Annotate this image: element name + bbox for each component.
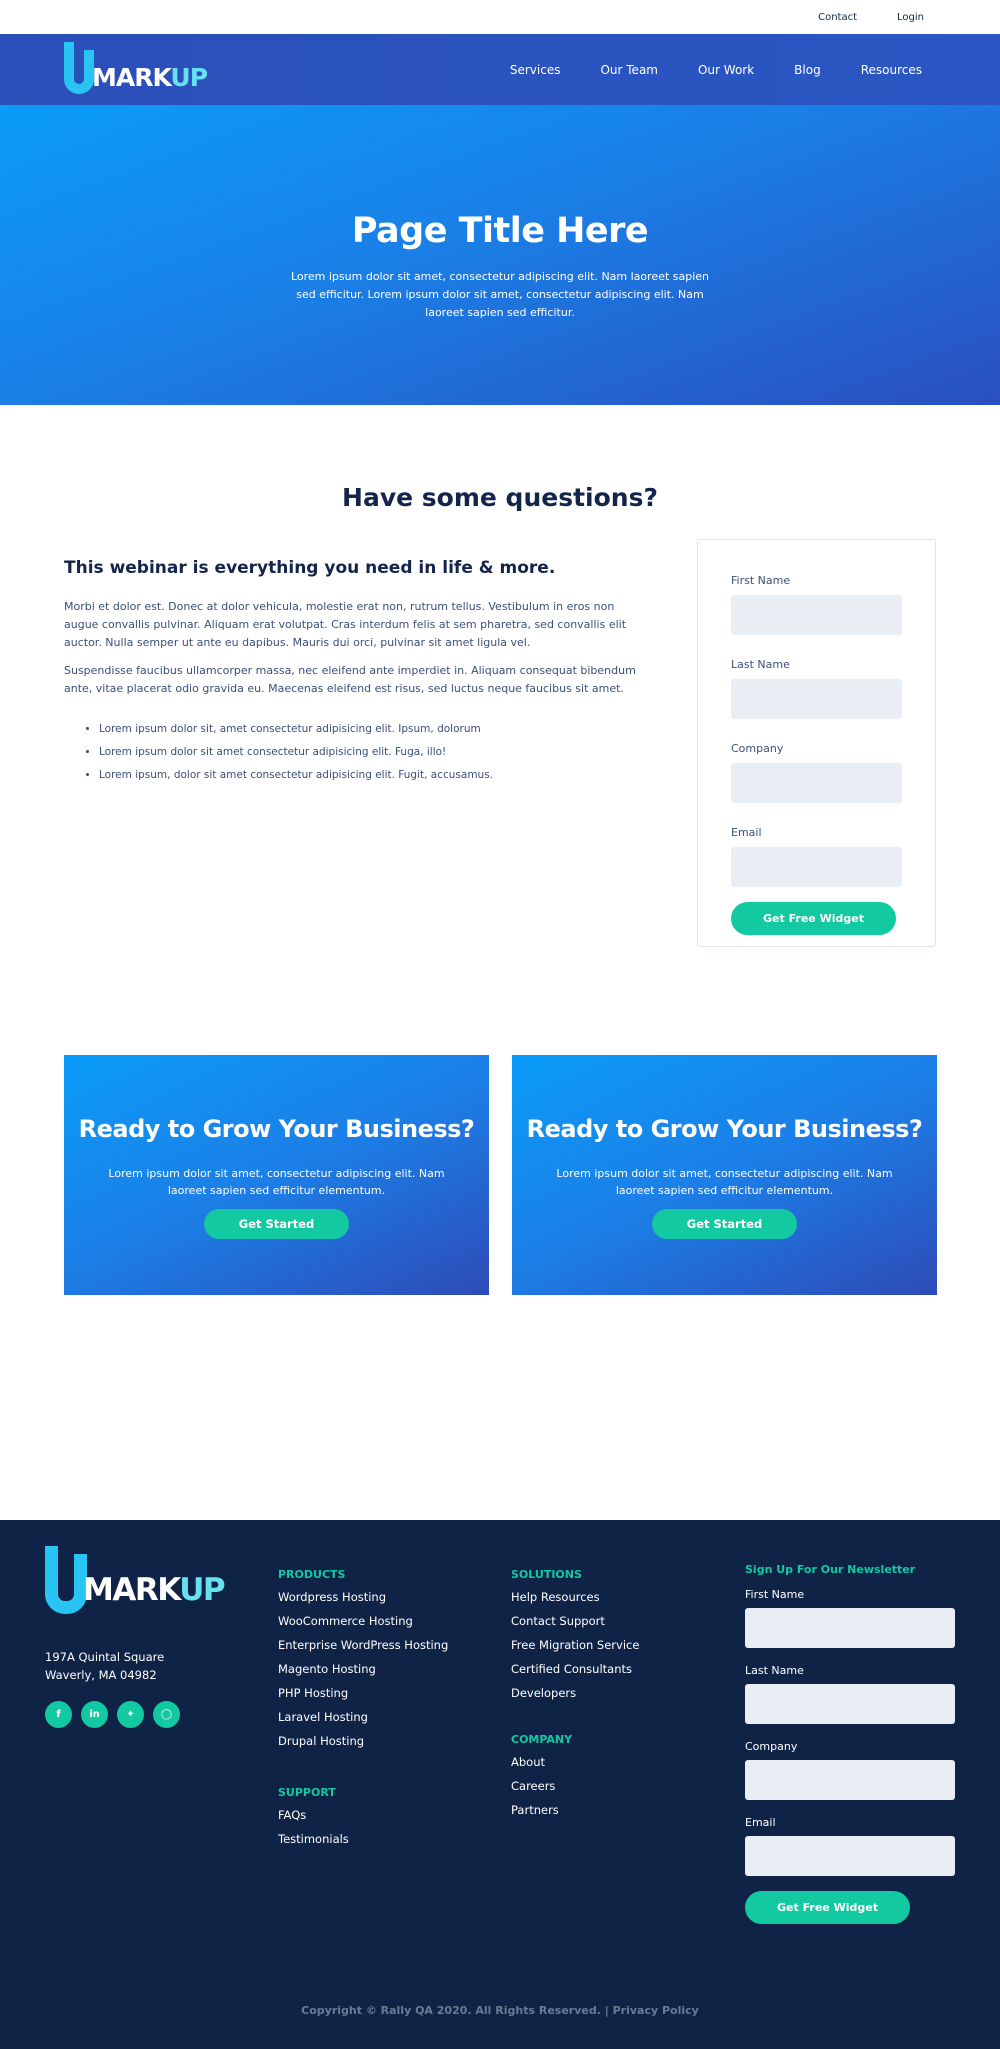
nav-item-blog[interactable]: Blog xyxy=(794,63,821,77)
cta-card: Ready to Grow Your Business? Lorem ipsum… xyxy=(64,1055,489,1295)
webinar-paragraph-2: Suspendisse faucibus ullamcorper massa, … xyxy=(64,664,636,695)
footer-link[interactable]: Drupal Hosting xyxy=(278,1734,448,1748)
footer-link[interactable]: Partners xyxy=(511,1803,572,1817)
footer-solutions: SOLUTIONS Help Resources Contact Support… xyxy=(511,1568,639,1710)
footer-link[interactable]: Wordpress Hosting xyxy=(278,1590,448,1604)
list-item: Lorem ipsum dolor sit amet consectetur a… xyxy=(99,741,644,764)
footer-link[interactable]: Contact Support xyxy=(511,1614,639,1628)
first-name-label: First Name xyxy=(745,1588,805,1601)
company-field[interactable] xyxy=(731,763,902,803)
privacy-policy-link[interactable]: Privacy Policy xyxy=(613,2004,699,2017)
footer-link[interactable]: Testimonials xyxy=(278,1832,349,1846)
list-item: Lorem ipsum dolor sit, amet consectetur … xyxy=(99,718,644,741)
footer-address: 197A Quintal Square Waverly, MA 04982 xyxy=(45,1650,165,1682)
footer-link[interactable]: Magento Hosting xyxy=(278,1662,448,1676)
brand-logo[interactable]: MARKUP xyxy=(64,41,208,94)
footer-link[interactable]: Laravel Hosting xyxy=(278,1710,448,1724)
list-item: Lorem ipsum, dolor sit amet consectetur … xyxy=(99,764,644,787)
main-nav: MARKUP Services Our Team Our Work Blog R… xyxy=(0,34,1000,105)
cta-title: Ready to Grow Your Business? xyxy=(526,1115,923,1143)
first-name-field[interactable] xyxy=(745,1608,955,1648)
contact-link[interactable]: Contact xyxy=(818,12,857,23)
nav-item-our-work[interactable]: Our Work xyxy=(698,63,754,77)
instagram-icon[interactable]: ◯ xyxy=(153,1701,180,1728)
hero-text: Lorem ipsum dolor sit amet, consectetur … xyxy=(290,270,710,319)
copyright: Copyright © Rally QA 2020. All Rights Re… xyxy=(0,2004,1000,2017)
logo-u-icon xyxy=(45,1546,87,1614)
webinar-bullets: Lorem ipsum dolor sit, amet consectetur … xyxy=(64,718,644,787)
first-name-label: First Name xyxy=(731,574,791,587)
cta-text: Lorem ipsum dolor sit amet, consectetur … xyxy=(108,1167,445,1197)
webinar-subheading: This webinar is everything you need in l… xyxy=(64,558,556,578)
last-name-field[interactable] xyxy=(731,679,902,719)
company-label: Company xyxy=(731,742,784,755)
first-name-field[interactable] xyxy=(731,595,902,635)
company-heading: COMPANY xyxy=(511,1733,573,1746)
footer-products: PRODUCTS Wordpress Hosting WooCommerce H… xyxy=(278,1568,448,1758)
webinar-info: This webinar is everything you need in l… xyxy=(64,558,644,787)
newsletter-heading: Sign Up For Our Newsletter xyxy=(745,1563,916,1576)
footer-link[interactable]: Developers xyxy=(511,1686,639,1700)
logo-wordmark: MARKUP xyxy=(83,1572,226,1608)
signup-form: First Name Last Name Company Email Get F… xyxy=(697,539,936,947)
site-footer: MARKUP 197A Quintal Square Waverly, MA 0… xyxy=(0,1520,1000,2049)
page-title: Page Title Here xyxy=(351,211,649,251)
logo-wordmark: MARKUP xyxy=(92,62,208,92)
last-name-label: Last Name xyxy=(731,658,790,671)
cta-section: Ready to Grow Your Business? Lorem ipsum… xyxy=(0,1055,1000,1520)
footer-link[interactable]: Help Resources xyxy=(511,1590,639,1604)
login-link[interactable]: Login xyxy=(897,12,924,23)
copyright-text: Copyright © Rally QA 2020. All Rights Re… xyxy=(301,2004,609,2017)
cta-text: Lorem ipsum dolor sit amet, consectetur … xyxy=(556,1167,893,1197)
logo-u-icon xyxy=(64,41,94,94)
solutions-heading: SOLUTIONS xyxy=(511,1568,582,1581)
nav-item-our-team[interactable]: Our Team xyxy=(600,63,658,77)
footer-support: SUPPORT FAQs Testimonials xyxy=(278,1786,349,1856)
footer-link[interactable]: Free Migration Service xyxy=(511,1638,639,1652)
footer-link[interactable]: WooCommerce Hosting xyxy=(278,1614,448,1628)
questions-heading: Have some questions? xyxy=(342,483,658,512)
email-field[interactable] xyxy=(731,847,902,887)
questions-section: Have some questions? This webinar is eve… xyxy=(0,405,1000,1055)
cta-title: Ready to Grow Your Business? xyxy=(78,1115,475,1143)
footer-link[interactable]: Careers xyxy=(511,1779,572,1793)
last-name-label: Last Name xyxy=(745,1664,804,1677)
footer-logo[interactable]: MARKUP xyxy=(45,1546,226,1614)
company-label: Company xyxy=(745,1740,798,1753)
facebook-icon[interactable]: f xyxy=(45,1701,72,1728)
linkedin-icon[interactable]: in xyxy=(81,1701,108,1728)
get-started-button[interactable]: Get Started xyxy=(204,1209,349,1239)
get-started-button[interactable]: Get Started xyxy=(652,1209,797,1239)
nav-item-services[interactable]: Services xyxy=(510,63,561,77)
email-label: Email xyxy=(731,826,762,839)
email-label: Email xyxy=(745,1816,776,1829)
footer-link[interactable]: PHP Hosting xyxy=(278,1686,448,1700)
company-field[interactable] xyxy=(745,1760,955,1800)
footer-link[interactable]: About xyxy=(511,1755,572,1769)
twitter-icon[interactable]: ✦ xyxy=(117,1701,144,1728)
utility-bar: Contact Login xyxy=(0,0,1000,34)
get-free-widget-button[interactable]: Get Free Widget xyxy=(731,902,896,935)
footer-link[interactable]: FAQs xyxy=(278,1808,349,1822)
footer-link[interactable]: Certified Consultants xyxy=(511,1662,639,1676)
nav-item-resources[interactable]: Resources xyxy=(861,63,922,77)
support-heading: SUPPORT xyxy=(278,1786,336,1799)
get-free-widget-button[interactable]: Get Free Widget xyxy=(745,1891,910,1924)
social-links: f in ✦ ◯ xyxy=(45,1701,180,1728)
footer-company: COMPANY About Careers Partners xyxy=(511,1733,572,1827)
webinar-paragraph-1: Morbi et dolor est. Donec at dolor vehic… xyxy=(64,600,627,649)
newsletter-form: Sign Up For Our Newsletter First Name La… xyxy=(745,1563,955,1924)
footer-link[interactable]: Enterprise WordPress Hosting xyxy=(278,1638,448,1652)
nav-menu: Services Our Team Our Work Blog Resource… xyxy=(510,63,922,77)
cta-card: Ready to Grow Your Business? Lorem ipsum… xyxy=(512,1055,937,1295)
last-name-field[interactable] xyxy=(745,1684,955,1724)
hero-banner: Page Title Here Lorem ipsum dolor sit am… xyxy=(0,105,1000,405)
products-heading: PRODUCTS xyxy=(278,1568,346,1581)
email-field[interactable] xyxy=(745,1836,955,1876)
